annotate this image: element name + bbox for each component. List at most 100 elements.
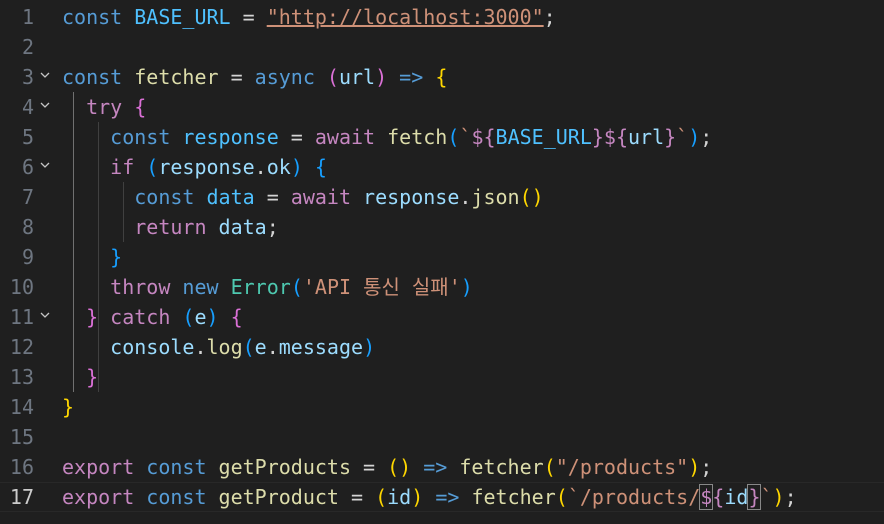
code-token: ( (375, 485, 388, 509)
line-number: 13 (9, 365, 34, 389)
chevron-down-icon[interactable] (38, 92, 52, 122)
code-token: const (146, 455, 219, 479)
code-token: ( (290, 275, 303, 299)
code-token: fetcher (459, 455, 544, 479)
code-token: ` (459, 125, 472, 149)
code-token: BASE_URL (134, 5, 231, 29)
code-token: fetcher (134, 65, 219, 89)
code-line[interactable]: 5 const response = await fetch(`${BASE_U… (0, 122, 884, 152)
code-token: message (278, 335, 364, 359)
code-line[interactable]: 14} (0, 392, 884, 422)
code-token: const (146, 485, 219, 509)
line-number: 2 (21, 35, 34, 59)
code-text[interactable]: try { (62, 92, 146, 122)
code-text[interactable]: export const getProducts = () => fetcher… (62, 452, 712, 482)
line-number: 5 (21, 125, 34, 149)
code-token: async (254, 65, 327, 89)
code-token: ; (700, 455, 713, 479)
code-text[interactable]: const fetcher = async (url) => { (62, 62, 447, 92)
code-token: }${ (591, 125, 628, 149)
code-line[interactable]: 16 export const getProducts = () => fetch… (0, 452, 884, 482)
code-token: ${ (471, 125, 496, 149)
code-token: { (435, 65, 448, 89)
code-token: . (266, 335, 279, 359)
code-line[interactable]: 15 (0, 422, 884, 452)
code-text[interactable]: const BASE_URL = "http://localhost:3000"… (62, 2, 556, 32)
code-token: fetcher (471, 485, 556, 509)
code-line[interactable]: 4 try { (0, 92, 884, 122)
code-token: id (387, 485, 412, 509)
code-token: ) (290, 155, 303, 179)
code-token: => (423, 485, 472, 509)
code-token: . (194, 335, 207, 359)
code-line[interactable]: 7 const data = await response.json() (0, 182, 884, 212)
code-line[interactable]: 2 (0, 32, 884, 62)
code-line[interactable]: 17 export const getProduct = (id) => fetc… (0, 482, 884, 512)
code-token: url (627, 125, 665, 149)
line-number: 8 (21, 215, 34, 239)
code-text[interactable]: if (response.ok) { (62, 152, 327, 182)
code-line[interactable]: 8 return data; (0, 212, 884, 242)
code-token: id (724, 485, 749, 509)
code-token: ) (460, 275, 473, 299)
code-token: = (338, 485, 376, 509)
code-token: => (411, 455, 460, 479)
code-token: response (158, 155, 255, 179)
code-token: console (62, 335, 195, 359)
code-line[interactable]: 13 } (0, 362, 884, 392)
code-token: const (62, 5, 135, 29)
code-line[interactable]: 1 const BASE_URL = "http://localhost:3000… (0, 2, 884, 32)
code-text[interactable]: } (62, 242, 122, 272)
code-line[interactable]: 10 throw new Error('API 통신 실패') (0, 272, 884, 302)
code-token: = (230, 5, 267, 29)
code-token: } (664, 125, 677, 149)
code-text[interactable]: } catch (e) { (62, 302, 243, 332)
code-token: `/products/ (567, 485, 701, 509)
code-text[interactable]: throw new Error('API 통신 실패') (62, 272, 473, 302)
code-text[interactable]: const response = await fetch(`${BASE_URL… (62, 122, 712, 152)
line-number: 4 (21, 95, 34, 119)
code-token: catch (98, 305, 183, 329)
code-line[interactable]: 11 } catch (e) { (0, 302, 884, 332)
code-token: BASE_URL (495, 125, 592, 149)
code-token: } (62, 395, 75, 419)
code-token: export (62, 485, 147, 509)
code-line[interactable]: 12 console.log(e.message) (0, 332, 884, 362)
code-token: if (62, 155, 147, 179)
code-line[interactable]: 3 const fetcher = async (url) => { (0, 62, 884, 92)
code-text[interactable]: return data; (62, 212, 279, 242)
code-token: export (62, 455, 147, 479)
line-number: 14 (9, 395, 34, 419)
code-line[interactable]: 9 } (0, 242, 884, 272)
code-text[interactable]: console.log(e.message) (62, 332, 375, 362)
code-text[interactable]: } (62, 362, 98, 392)
code-token: = (218, 65, 255, 89)
code-token: ) (375, 65, 388, 89)
code-token: log (206, 335, 243, 359)
line-number: 12 (9, 335, 34, 359)
line-number: 7 (21, 185, 34, 209)
code-line[interactable]: 6 if (response.ok) { (0, 152, 884, 182)
code-editor[interactable]: 1 const BASE_URL = "http://localhost:3000… (0, 0, 884, 524)
line-number: 9 (21, 245, 34, 269)
code-token: ` (676, 125, 689, 149)
code-token: ( (555, 485, 568, 509)
code-token: data (218, 215, 267, 239)
line-number: 11 (9, 305, 34, 329)
code-token: ) (363, 335, 376, 359)
code-text[interactable]: const data = await response.json() (62, 182, 543, 212)
line-number: 1 (21, 5, 34, 29)
code-token: return (62, 215, 219, 239)
chevron-down-icon[interactable] (38, 152, 52, 182)
code-token: ` (760, 485, 773, 509)
code-token: ( (447, 125, 460, 149)
code-token: ok (266, 155, 291, 179)
code-token: { (712, 485, 725, 509)
code-token: const (62, 125, 183, 149)
chevron-down-icon[interactable] (38, 62, 52, 92)
code-text[interactable]: export const getProduct = (id) => fetche… (62, 482, 797, 512)
code-token: ; (784, 485, 797, 509)
code-token: = (278, 125, 315, 149)
chevron-down-icon[interactable] (38, 302, 52, 332)
code-text[interactable]: } (62, 392, 74, 422)
